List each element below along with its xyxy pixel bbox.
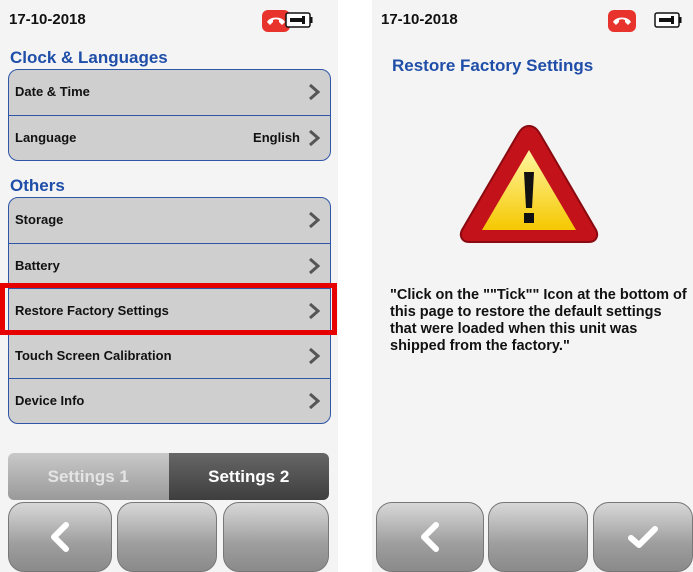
restore-message: "Click on the ""Tick"" Icon at the botto…	[390, 287, 687, 354]
menu-item-label: Date & Time	[15, 84, 90, 99]
language-value: English	[253, 130, 300, 145]
back-icon	[421, 522, 439, 552]
chevron-right-icon	[309, 392, 320, 410]
chevron-right-icon	[309, 129, 320, 147]
menu-item-date-time[interactable]: Date & Time	[9, 70, 330, 115]
status-date: 17-10-2018	[381, 11, 458, 28]
menu-item-language[interactable]: Language English	[9, 115, 330, 160]
back-icon	[51, 522, 69, 552]
softkey-blank-1[interactable]	[117, 502, 217, 572]
status-date: 17-10-2018	[9, 11, 86, 28]
menu-item-restore-factory-settings[interactable]: Restore Factory Settings	[9, 288, 330, 333]
clock-languages-group: Date & Time Language English	[8, 69, 331, 161]
restore-factory-screen: 17-10-2018 Restore Factory Settings "Cli…	[372, 0, 693, 572]
section-title-clock-languages: Clock & Languages	[10, 48, 168, 67]
back-button[interactable]	[8, 502, 112, 572]
menu-item-touch-screen-calibration[interactable]: Touch Screen Calibration	[9, 333, 330, 378]
confirm-button[interactable]	[593, 502, 693, 572]
warning-icon	[459, 124, 599, 243]
menu-item-label: Storage	[15, 212, 64, 227]
page-title: Restore Factory Settings	[392, 56, 594, 75]
chevron-right-icon	[309, 257, 320, 275]
power-plug-icon	[654, 12, 682, 28]
menu-item-label: Restore Factory Settings	[15, 303, 169, 318]
menu-item-battery[interactable]: Battery	[9, 243, 330, 288]
chevron-right-icon	[309, 347, 320, 365]
status-bar: 17-10-2018	[372, 0, 693, 38]
section-title-others: Others	[10, 176, 65, 195]
softkey-blank-2[interactable]	[223, 502, 329, 572]
chevron-right-icon	[309, 211, 320, 229]
menu-item-label: Touch Screen Calibration	[15, 348, 172, 363]
settings-tabs: Settings 1 Settings 2	[8, 453, 329, 500]
menu-item-label: Battery	[15, 258, 60, 273]
chevron-right-icon	[309, 83, 320, 101]
chevron-right-icon	[309, 302, 320, 320]
settings-screen: 17-10-2018 Clock & Languages Date & Time…	[0, 0, 338, 572]
menu-item-device-info[interactable]: Device Info	[9, 378, 330, 423]
tick-icon	[628, 526, 658, 548]
others-group: Storage Battery Restore Factory Settings…	[8, 197, 331, 424]
phone-icon[interactable]	[608, 10, 636, 32]
power-plug-icon	[285, 12, 313, 28]
menu-item-label: Language	[15, 130, 77, 145]
back-button[interactable]	[376, 502, 484, 572]
menu-item-storage[interactable]: Storage	[9, 198, 330, 243]
menu-item-label: Device Info	[15, 393, 85, 408]
tab-settings-1[interactable]: Settings 1	[8, 453, 169, 500]
status-bar: 17-10-2018	[0, 0, 338, 38]
softkey-blank[interactable]	[488, 502, 588, 572]
tab-settings-2[interactable]: Settings 2	[168, 453, 329, 500]
